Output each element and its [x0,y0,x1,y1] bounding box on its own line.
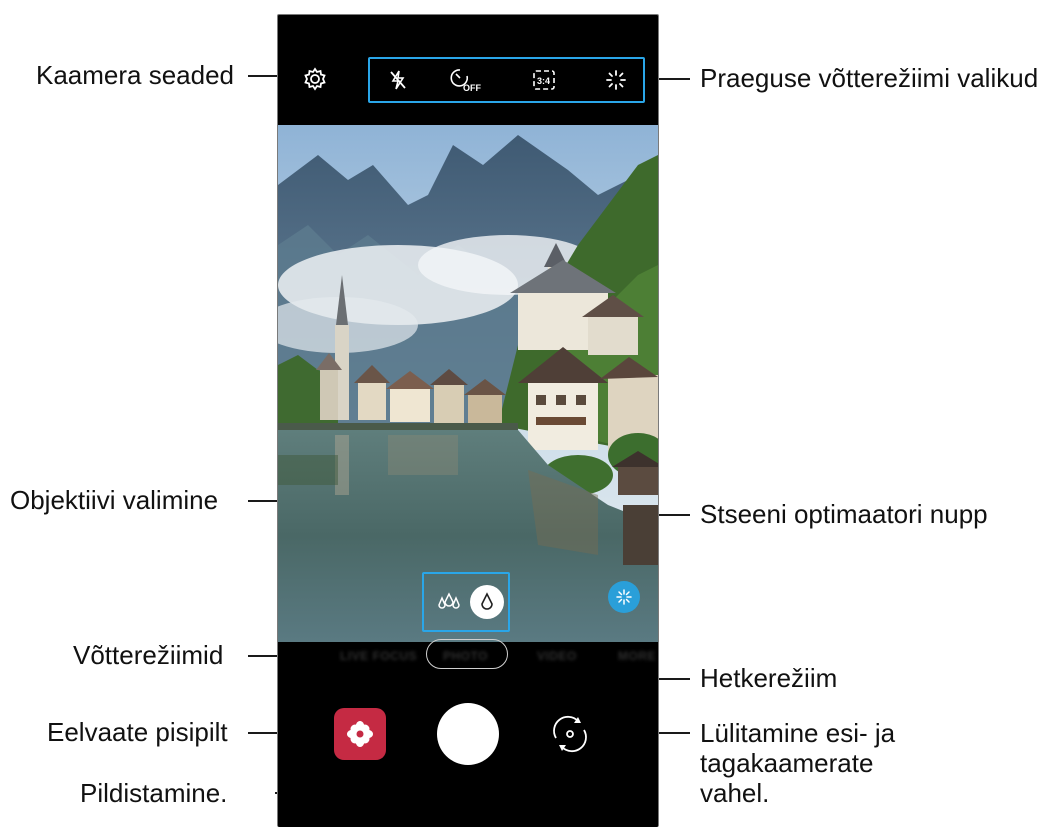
shutter-button[interactable] [437,703,499,765]
timer-off-text: OFF [463,83,481,93]
filter-sparkle-icon[interactable] [592,59,640,101]
timer-off-icon[interactable]: OFF [442,59,490,101]
ratio-text: 3:4 [537,76,550,86]
callout-current-mode: Hetkerežiim [700,663,838,693]
ratio-icon[interactable]: 3:4 [520,59,568,101]
callout-camera-settings: Kaamera seaded [36,60,235,90]
callout-switch-cameras-3: vahel. [700,778,770,808]
callout-preview-thumbnail: Eelvaate pisipilt [47,717,228,747]
camera-viewfinder[interactable] [278,125,658,642]
gallery-flower-icon [347,721,373,747]
normal-lens-icon[interactable] [470,585,504,619]
mode-more[interactable]: MORE [618,649,656,663]
callout-scene-optimizer: Stseeni optimaatori nupp [700,499,988,529]
scene-optimizer-icon [616,589,632,605]
flash-off-icon[interactable] [374,59,422,101]
callout-switch-cameras-2: tagakaamerate [700,748,874,778]
phone-screen: OFF 3:4 LIVE FOCUS PHOTO VIDEO MORE [277,14,659,827]
preview-thumbnail[interactable] [334,708,386,760]
settings-gear-icon[interactable] [302,66,328,92]
callout-mode-options: Praeguse võtterežiimi valikud [700,63,1039,93]
mode-video[interactable]: VIDEO [537,649,577,663]
callout-take-picture: Pildistamine. [80,778,228,808]
switch-camera-icon[interactable] [548,712,592,756]
callout-lens-selection: Objektiivi valimine [10,485,219,515]
wide-lens-icon[interactable] [432,585,466,619]
mode-live-focus[interactable]: LIVE FOCUS [340,649,417,663]
mode-photo[interactable]: PHOTO [443,649,488,663]
lens-selector [422,572,510,632]
callout-shooting-modes: Võtterežiimid [73,640,224,670]
quick-settings-bar: OFF 3:4 [368,57,645,103]
scene-optimizer-button[interactable] [608,581,640,613]
callout-switch-cameras-1: Lülitamine esi- ja [700,718,896,748]
